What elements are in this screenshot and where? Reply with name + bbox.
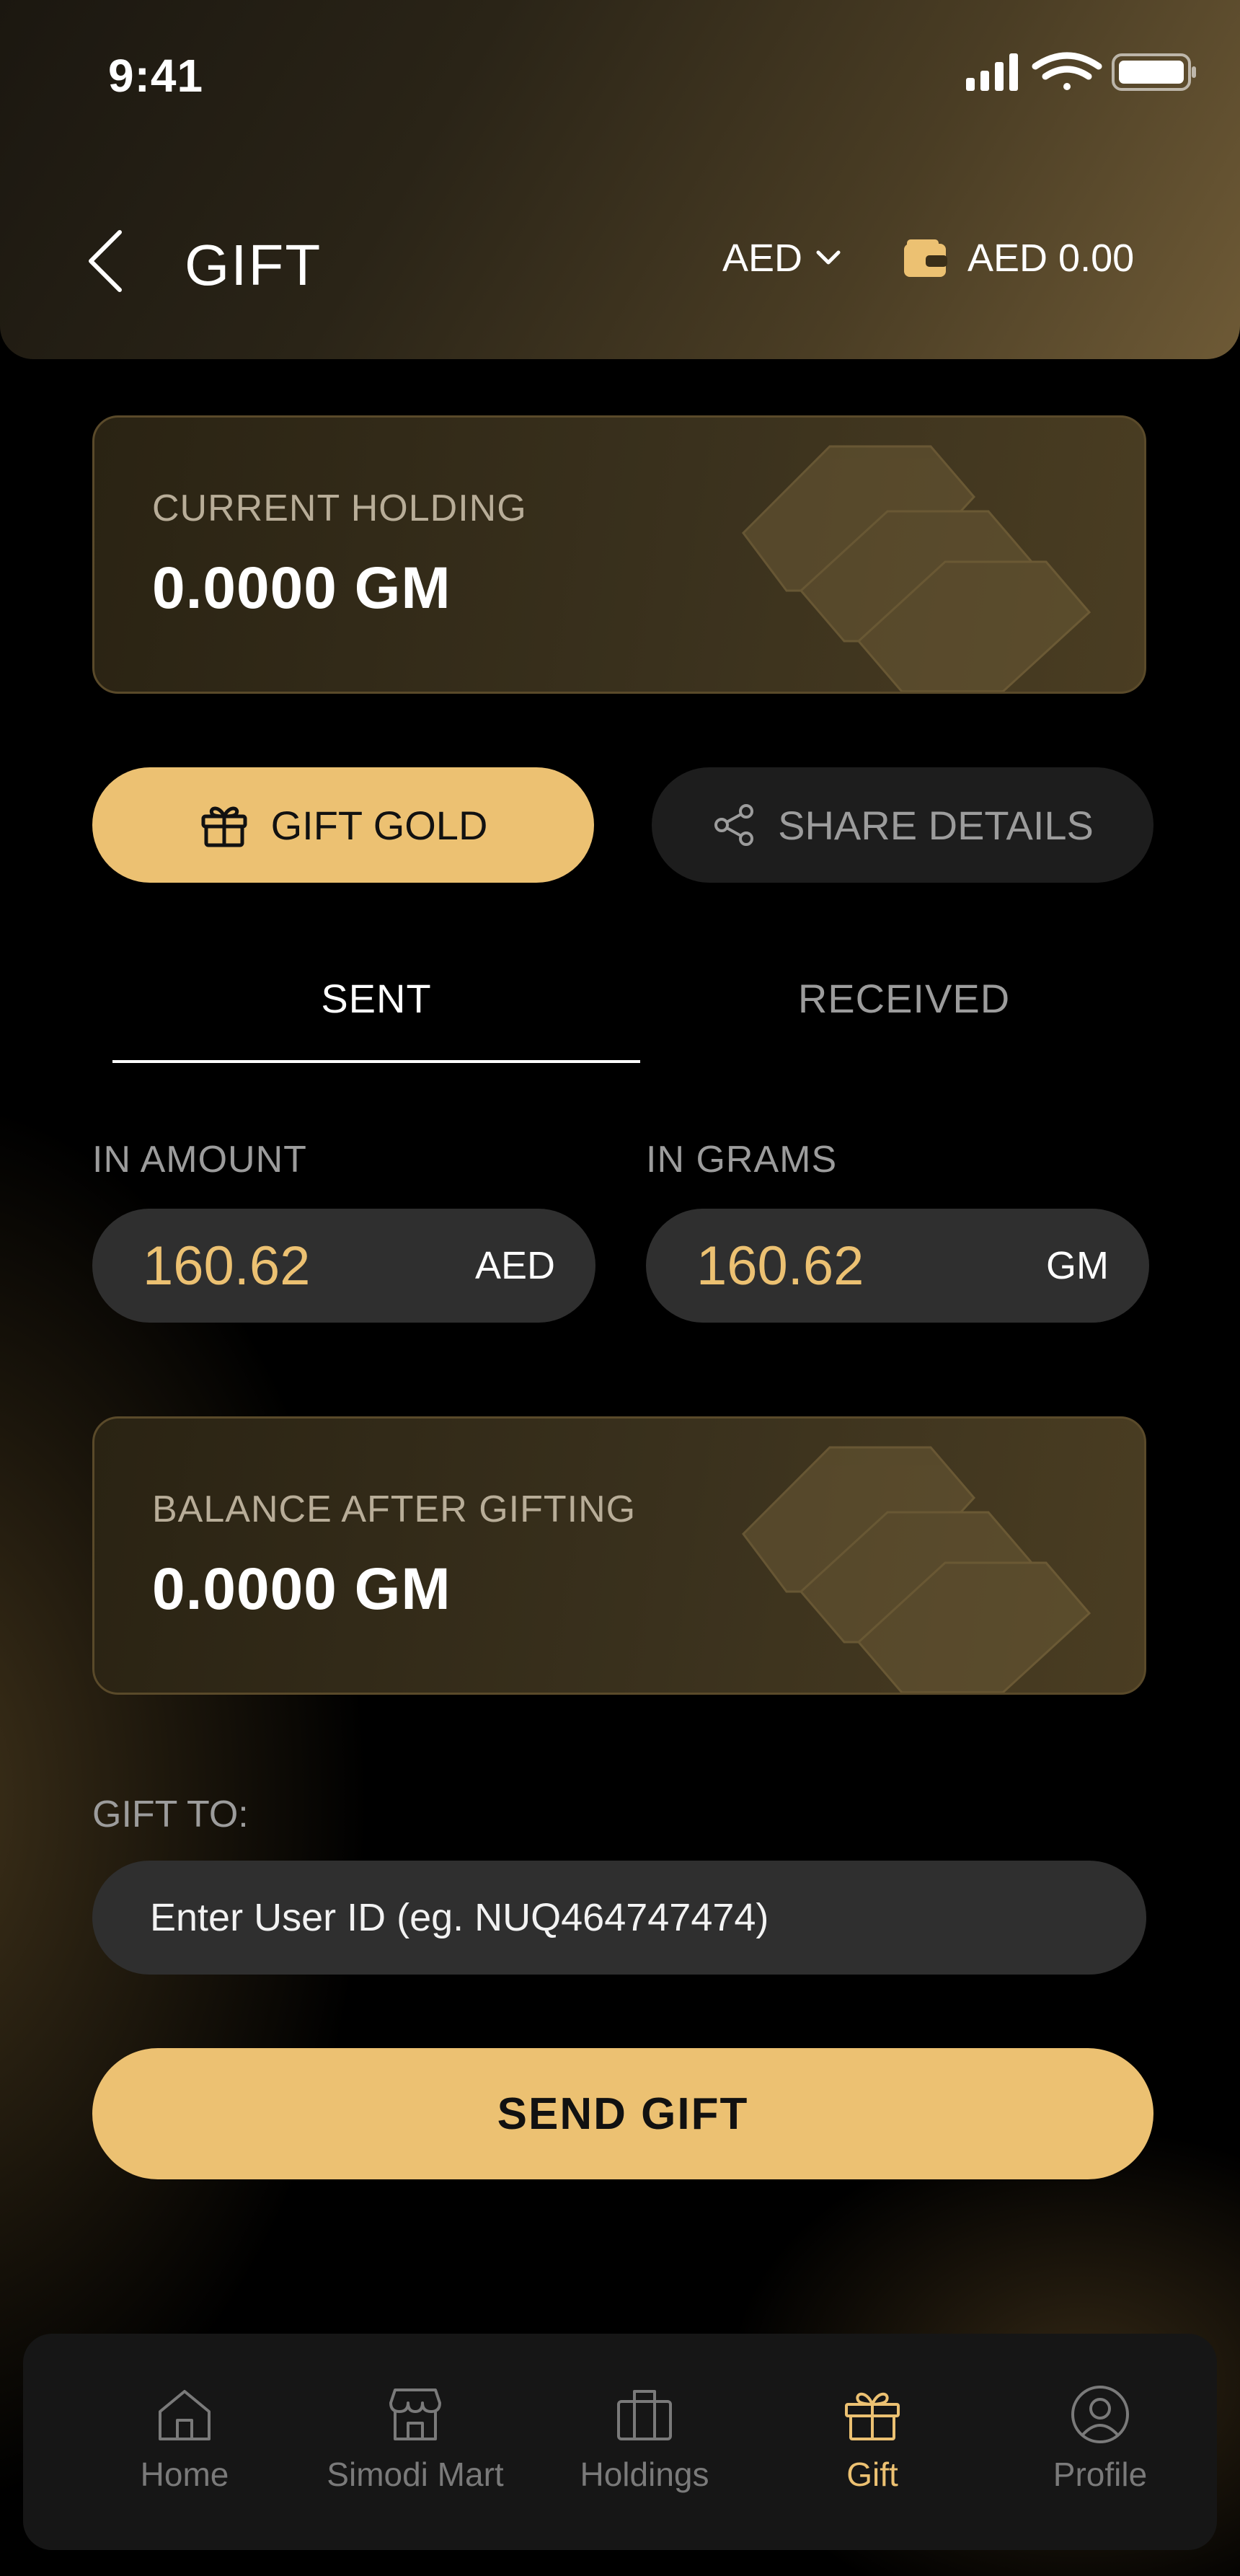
current-holding-card: CURRENT HOLDING 0.0000 GM: [92, 415, 1146, 694]
balance-after-value: 0.0000 GM: [152, 1556, 451, 1622]
bottom-nav: Home Simodi Mart Holdings Gift Profile: [23, 2334, 1217, 2550]
status-icons: [966, 52, 1196, 91]
profile-icon: [1071, 2386, 1129, 2443]
in-amount-label: IN AMOUNT: [92, 1139, 307, 1181]
in-amount-unit: AED: [474, 1244, 555, 1287]
wallet-icon: [904, 239, 947, 277]
balance-after-label: BALANCE AFTER GIFTING: [152, 1488, 637, 1530]
nav-profile[interactable]: Profile: [992, 2384, 1208, 2494]
currency-select[interactable]: AED: [722, 236, 843, 281]
tab-active-indicator: [112, 1060, 640, 1063]
send-gift-button[interactable]: SEND GIFT: [92, 2048, 1153, 2179]
in-grams-label: IN GRAMS: [646, 1139, 838, 1181]
in-grams-unit: GM: [1046, 1244, 1109, 1287]
gift-gold-button[interactable]: GIFT GOLD: [92, 767, 594, 883]
nav-gift[interactable]: Gift: [764, 2384, 980, 2494]
currency-label: AED: [722, 237, 803, 280]
store-icon: [389, 2388, 441, 2440]
chevron-left-icon: [89, 230, 122, 292]
signal-icon: [966, 53, 1018, 91]
nav-simodi-mart-label: Simodi Mart: [327, 2456, 504, 2493]
back-button[interactable]: [79, 225, 137, 297]
gift-icon: [201, 806, 247, 847]
balance-after-card: BALANCE AFTER GIFTING 0.0000 GM: [92, 1416, 1146, 1695]
tab-sent[interactable]: SENT: [112, 975, 640, 1022]
nav-gift-label: Gift: [846, 2456, 898, 2493]
nav-home-label: Home: [140, 2456, 229, 2493]
page-title: GIFT: [185, 233, 322, 297]
gold-bars-icon: [742, 445, 1091, 692]
gold-bars-icon: [742, 1446, 1091, 1693]
status-time: 9:41: [108, 50, 204, 102]
nav-profile-label: Profile: [1053, 2456, 1148, 2493]
current-holding-value: 0.0000 GM: [152, 555, 451, 621]
holdings-icon: [617, 2390, 672, 2440]
wifi-icon: [1032, 52, 1102, 90]
nav-holdings[interactable]: Holdings: [536, 2384, 753, 2494]
in-grams-value: 160.62: [696, 1235, 864, 1297]
user-id-input[interactable]: [92, 1861, 1146, 1975]
in-amount-field[interactable]: 160.62 AED: [92, 1209, 595, 1323]
nav-simodi-mart[interactable]: Simodi Mart: [307, 2384, 523, 2494]
chevron-down-icon: [816, 250, 841, 265]
gift-gold-label: GIFT GOLD: [270, 802, 488, 848]
battery-icon: [1112, 53, 1196, 91]
tab-received[interactable]: RECEIVED: [640, 975, 1168, 1022]
wallet-amount: AED 0.00: [967, 237, 1135, 280]
in-amount-value: 160.62: [143, 1235, 311, 1297]
share-details-button[interactable]: SHARE DETAILS: [652, 767, 1153, 883]
share-icon: [714, 804, 754, 846]
in-grams-field[interactable]: 160.62 GM: [646, 1209, 1149, 1323]
wallet-balance: AED 0.00: [903, 236, 1134, 281]
current-holding-label: CURRENT HOLDING: [152, 488, 527, 529]
share-details-label: SHARE DETAILS: [778, 802, 1094, 848]
nav-home[interactable]: Home: [76, 2384, 293, 2494]
home-icon: [159, 2390, 211, 2440]
gift-to-label: GIFT TO:: [92, 1794, 249, 1835]
gift-icon: [845, 2392, 900, 2440]
nav-holdings-label: Holdings: [580, 2456, 709, 2493]
